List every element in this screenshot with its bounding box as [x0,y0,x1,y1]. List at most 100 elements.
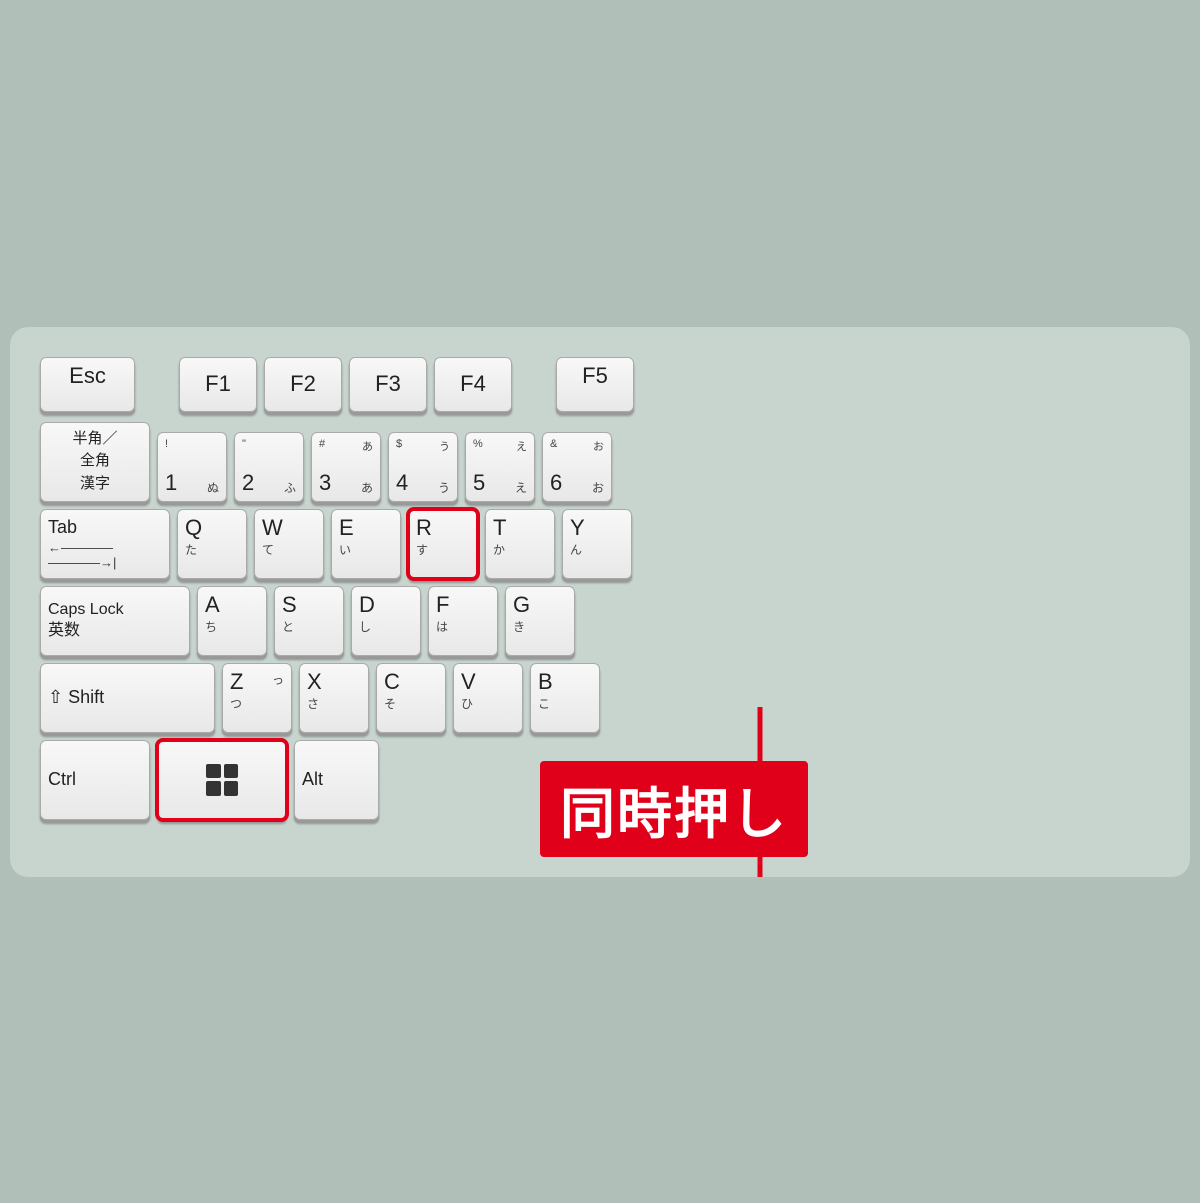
key-d-kana: し [359,618,413,635]
key-4-kana-top: う [439,438,450,454]
key-q-letter: Q [185,515,202,541]
key-f2[interactable]: F2 [264,357,342,412]
key-s-letter: S [282,592,336,618]
key-4-kana: う [438,479,450,496]
key-t-letter: T [493,515,547,541]
key-capslock[interactable]: Caps Lock英数 [40,586,190,656]
key-alt[interactable]: Alt [294,740,379,820]
key-3-kana-top: あ [362,438,373,454]
key-v[interactable]: V ひ [453,663,523,733]
key-tab-arrows: ←————————→| [48,540,162,570]
key-c-letter: C [384,669,438,695]
key-g[interactable]: G き [505,586,575,656]
key-z-kana-top: っ [272,669,284,688]
key-d-letter: D [359,592,413,618]
key-r[interactable]: R す [408,509,478,579]
key-5-kana-top: え [516,438,527,454]
key-e[interactable]: E い [331,509,401,579]
key-f3[interactable]: F3 [349,357,427,412]
key-1[interactable]: ! 1 ぬ [157,432,227,502]
key-6-symbol: & [550,438,557,450]
key-6-num: 6 [550,470,562,496]
key-6-kana-top: お [593,438,604,454]
asdf-row: Caps Lock英数 A ち S と D し F は [40,586,1160,656]
key-4[interactable]: $ う 4 う [388,432,458,502]
key-r-kana: す [416,541,470,558]
key-esc[interactable]: Esc [40,357,135,412]
key-q[interactable]: Q た [177,509,247,579]
key-a-letter: A [205,592,259,618]
key-shift-label: ⇧ Shift [48,687,207,708]
key-f1[interactable]: F1 [179,357,257,412]
key-b[interactable]: B こ [530,663,600,733]
key-1-num: 1 [165,470,177,496]
key-t-kana: か [493,541,547,558]
key-w-kana: て [262,541,316,558]
key-5-symbol: % [473,438,483,450]
key-a[interactable]: A ち [197,586,267,656]
label-doujiposhi: 同時押し [540,761,808,857]
label-text: 同時押し [560,783,788,845]
key-s[interactable]: S と [274,586,344,656]
key-ctrl-label: Ctrl [48,769,142,790]
key-b-kana: こ [538,695,592,712]
key-a-kana: ち [205,618,259,635]
key-c-kana: そ [384,695,438,712]
number-row: 半角／全角漢字 ! 1 ぬ " 2 ふ [40,422,1160,502]
key-f-letter: F [436,592,490,618]
key-r-letter: R [416,515,470,541]
key-shift[interactable]: ⇧ Shift [40,663,215,733]
keyboard: Esc F1 F2 F3 F4 F5 半角／全角漢字 [10,327,1190,877]
key-1-kana: ぬ [207,479,219,496]
key-s-kana: と [282,618,336,635]
key-g-letter: G [513,592,567,618]
key-z[interactable]: Z っ つ [222,663,292,733]
key-5[interactable]: % え 5 え [465,432,535,502]
key-3[interactable]: # あ 3 あ [311,432,381,502]
key-hankaku[interactable]: 半角／全角漢字 [40,422,150,502]
key-3-num: 3 [319,470,331,496]
key-g-kana: き [513,618,567,635]
key-y[interactable]: Y ん [562,509,632,579]
key-4-num: 4 [396,470,408,496]
key-4-symbol: $ [396,438,402,450]
key-w[interactable]: W て [254,509,324,579]
key-x[interactable]: X さ [299,663,369,733]
key-x-kana: さ [307,695,361,712]
key-ctrl[interactable]: Ctrl [40,740,150,820]
key-f[interactable]: F は [428,586,498,656]
key-v-kana: ひ [461,695,515,712]
windows-icon [206,764,238,796]
key-2-num: 2 [242,470,254,496]
key-6-kana: お [592,479,604,496]
key-hankaku-label: 半角／全角漢字 [72,428,117,496]
key-w-letter: W [262,515,316,541]
key-z-letter: Z [230,669,243,695]
key-2[interactable]: " 2 ふ [234,432,304,502]
key-b-letter: B [538,669,592,695]
key-f-kana: は [436,618,490,635]
key-x-letter: X [307,669,361,695]
key-y-kana: ん [570,541,624,558]
key-capslock-label: Caps Lock英数 [48,600,182,642]
key-v-letter: V [461,669,515,695]
key-y-letter: Y [570,515,624,541]
key-win[interactable] [157,740,287,820]
key-e-letter: E [339,515,393,541]
key-1-symbol: ! [165,438,168,450]
key-f5[interactable]: F5 [556,357,634,412]
key-3-kana: あ [361,479,373,496]
key-f4[interactable]: F4 [434,357,512,412]
key-tab-label: Tab [48,517,162,538]
key-2-symbol: " [242,438,246,450]
key-alt-label: Alt [302,769,371,790]
key-d[interactable]: D し [351,586,421,656]
key-c[interactable]: C そ [376,663,446,733]
key-5-kana: え [515,479,527,496]
fkey-row: Esc F1 F2 F3 F4 F5 [40,357,1160,412]
key-5-num: 5 [473,470,485,496]
key-tab[interactable]: Tab ←————————→| [40,509,170,579]
key-q-kana: た [185,541,197,558]
key-6[interactable]: & お 6 お [542,432,612,502]
key-t[interactable]: T か [485,509,555,579]
